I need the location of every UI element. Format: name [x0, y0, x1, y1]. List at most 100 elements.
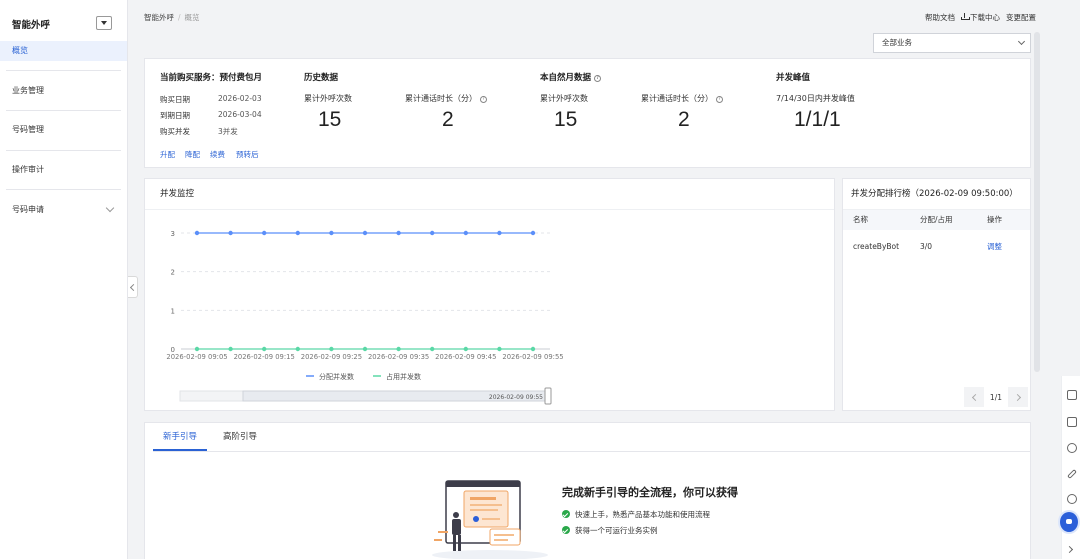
- pencil-icon[interactable]: [1067, 469, 1077, 479]
- breadcrumb: 智能外呼 / 概览: [144, 12, 200, 23]
- data-point: [262, 230, 267, 236]
- legend-label: 分配并发数: [319, 372, 354, 381]
- upgrade-link[interactable]: 升配: [160, 149, 175, 160]
- guide-card: 新手引导 高阶引导 完成新手引导的全流程，你可以获得 快速上手，熟悉产品基本功能…: [144, 422, 1031, 559]
- history-duration-value: 2: [442, 108, 454, 131]
- sidebar-divider: [6, 110, 121, 111]
- page-scrollbar[interactable]: [1034, 32, 1040, 372]
- help-icon[interactable]: ?: [480, 96, 487, 103]
- x-tick-label: 2026-02-09 09:55: [502, 353, 563, 361]
- downgrade-link[interactable]: 降配: [185, 149, 200, 160]
- download-center-label: 下载中心: [970, 13, 1000, 22]
- tab-advanced-guide[interactable]: 高阶引导: [213, 423, 267, 451]
- data-point: [497, 346, 502, 352]
- peak-title: 并发峰值: [776, 73, 811, 83]
- expire-date-label: 到期日期: [160, 111, 190, 120]
- help-docs-link[interactable]: 帮助文档: [925, 12, 955, 23]
- help-icon[interactable]: ?: [716, 96, 723, 103]
- history-calls-value: 15: [318, 108, 342, 131]
- ranking-card: 并发分配排行榜（2026-02-09 09:50:00） 名称 分配/占用 操作…: [842, 178, 1031, 411]
- tab-beginner-guide[interactable]: 新手引导: [153, 423, 208, 451]
- data-point: [530, 346, 536, 352]
- business-select[interactable]: 全部业务: [873, 33, 1031, 53]
- business-select-value: 全部业务: [882, 38, 912, 47]
- data-point: [463, 230, 468, 236]
- headset-icon[interactable]: [1067, 494, 1077, 504]
- data-point: [228, 346, 233, 352]
- guide-benefit-item: 快速上手，熟悉产品基本功能和使用流程: [562, 509, 710, 520]
- help-icon[interactable]: ?: [594, 75, 602, 82]
- data-point: [396, 230, 401, 236]
- data-point: [497, 230, 502, 236]
- purchase-date-label: 购买日期: [160, 95, 190, 104]
- top-links: 帮助文档 下载中心 变更配置: [925, 12, 1036, 23]
- history-duration-label: 累计通话时长（分）?: [405, 93, 487, 104]
- col-op: 操作: [987, 215, 1002, 224]
- page-indicator: 1/1: [989, 392, 1002, 402]
- guide-benefit-text: 获得一个可运行业务实例: [575, 526, 658, 535]
- document-icon[interactable]: [1067, 390, 1077, 400]
- tab-divider: [153, 451, 1030, 452]
- sidebar-item-overview[interactable]: 概览: [0, 41, 127, 61]
- sidebar-item-audit[interactable]: 操作审计: [0, 160, 127, 180]
- guide-benefit-item: 获得一个可运行业务实例: [562, 525, 658, 536]
- peak-value: 1/1/1: [794, 108, 841, 131]
- row-alloc: 3/0: [920, 242, 933, 251]
- breadcrumb-current: 概览: [184, 13, 200, 22]
- sidebar-item-label: 号码申请: [12, 205, 44, 214]
- month-title: 本自然月数据?: [540, 71, 602, 83]
- assistant-avatar[interactable]: [1058, 510, 1080, 534]
- change-config-link[interactable]: 变更配置: [1006, 12, 1036, 23]
- chevron-down-icon: [105, 203, 115, 213]
- sidebar-item-numbers[interactable]: 号码管理: [0, 120, 127, 140]
- month-calls-value: 15: [554, 108, 578, 131]
- guide-tabs: 新手引导 高阶引导: [153, 423, 273, 451]
- sidebar-dropdown-icon[interactable]: [96, 16, 112, 30]
- zoom-slider-label: 2026-02-09 09:55: [489, 394, 543, 401]
- col-name: 名称: [853, 215, 868, 224]
- data-point: [262, 346, 267, 352]
- concurrency-monitor-card: 并发监控 0 1 2 3 2026-02-09 09:05 2026-02-09 09:1…: [144, 178, 835, 411]
- x-tick-label: 2026-02-09 09:15: [234, 353, 295, 361]
- zoom-slider-handle: [544, 387, 552, 405]
- row-name: createByBot: [853, 242, 900, 251]
- print-icon[interactable]: [1067, 417, 1077, 427]
- breadcrumb-root[interactable]: 智能外呼: [144, 13, 174, 22]
- col-alloc: 分配/占用: [920, 215, 953, 224]
- month-duration-value: 2: [678, 108, 690, 131]
- data-point: [430, 346, 435, 352]
- data-point: [329, 230, 334, 236]
- history-title: 历史数据: [304, 73, 339, 83]
- check-circle-icon: [562, 526, 570, 534]
- gear-icon[interactable]: [1067, 443, 1077, 453]
- month-duration-label-text: 累计通话时长（分）: [641, 94, 713, 103]
- concurrency-line-chart: 01232026-02-09 09:05 2026-02-09 09:15 2026…: [166, 230, 564, 405]
- data-point: [362, 346, 368, 352]
- sidebar-collapse-button[interactable]: [128, 276, 138, 298]
- sidebar-item-business[interactable]: 业务管理: [0, 81, 127, 101]
- data-point: [530, 230, 536, 236]
- pagination: 1/1: [963, 387, 1028, 407]
- renew-link[interactable]: 续费: [210, 149, 225, 160]
- service-title: 当前购买服务：预付费包月: [160, 73, 263, 83]
- legend-label: 占用并发数: [386, 372, 421, 381]
- next-page-button[interactable]: [1008, 387, 1028, 407]
- sidebar: 智能外呼 概览 业务管理 号码管理 操作审计 号码申请: [0, 0, 128, 559]
- data-point: [295, 346, 300, 352]
- chevron-down-icon: [1017, 37, 1026, 46]
- prev-page-button[interactable]: [963, 387, 984, 407]
- adjust-link[interactable]: 调整: [987, 237, 1002, 257]
- ranking-table-header: 名称 分配/占用 操作: [843, 210, 1030, 230]
- guide-title: 完成新手引导的全流程，你可以获得: [562, 486, 738, 499]
- convert-postpaid-link[interactable]: 预转后: [236, 149, 259, 160]
- download-center-link[interactable]: 下载中心: [961, 12, 1000, 23]
- sidebar-title: 智能外呼: [12, 20, 51, 31]
- check-circle-icon: [562, 510, 570, 518]
- download-icon: [961, 13, 970, 20]
- month-calls-label: 累计外呼次数: [540, 94, 588, 103]
- data-point: [396, 346, 401, 352]
- y-tick-label: 2: [171, 269, 175, 277]
- data-point: [228, 230, 233, 236]
- expire-date-value: 2026-03-04: [218, 110, 262, 119]
- sidebar-item-number-apply[interactable]: 号码申请: [0, 200, 127, 220]
